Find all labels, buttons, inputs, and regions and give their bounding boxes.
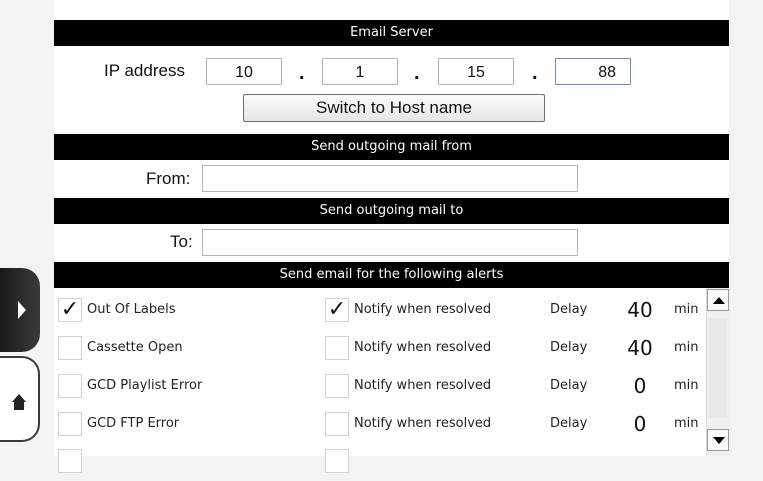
delay-label: Delay [550, 340, 588, 355]
checkmark-icon: ✓ [60, 297, 80, 322]
ip-separator: . [414, 62, 420, 84]
send-to-header: Send outgoing mail to [54, 198, 729, 224]
triangle-up-icon [713, 297, 725, 304]
delay-value[interactable]: 0 [625, 412, 655, 436]
alerts-header: Send email for the following alerts [54, 262, 729, 288]
delay-label: Delay [550, 302, 588, 317]
alert-row: GCD Playlist Error Notify when resolved … [54, 367, 706, 405]
notify-resolved-checkbox[interactable] [325, 336, 349, 360]
delay-label: Delay [550, 416, 588, 431]
ip-octet-4-input[interactable]: 88 [555, 58, 631, 85]
alert-checkbox[interactable] [58, 374, 82, 398]
ip-address-label: IP address [104, 61, 185, 80]
scroll-down-button[interactable] [707, 429, 729, 451]
switch-to-host-name-button[interactable]: Switch to Host name [243, 94, 545, 122]
email-server-header: Email Server [54, 20, 729, 46]
delay-label: Delay [550, 378, 588, 393]
alerts-scrollbar[interactable] [706, 288, 730, 456]
send-from-header: Send outgoing mail from [54, 134, 729, 160]
alert-row-partial [54, 443, 706, 481]
home-icon [12, 394, 26, 410]
alert-checkbox[interactable]: ✓ [58, 298, 82, 322]
ip-octet-2-input[interactable]: 1 [322, 58, 398, 85]
delay-unit: min [674, 302, 699, 317]
delay-value[interactable]: 40 [625, 336, 655, 360]
notify-resolved-label: Notify when resolved [354, 302, 492, 317]
ip-separator: . [532, 62, 538, 84]
alert-checkbox[interactable] [58, 449, 82, 473]
notify-resolved-checkbox[interactable] [325, 412, 349, 436]
alert-name: Out Of Labels [87, 302, 176, 317]
alert-row: ✓ Out Of Labels ✓ Notify when resolved D… [54, 291, 706, 329]
delay-unit: min [674, 416, 699, 431]
from-email-input[interactable] [202, 165, 578, 192]
to-email-input[interactable] [202, 229, 578, 256]
triangle-down-icon [713, 437, 725, 444]
alert-name: Cassette Open [87, 340, 183, 355]
notify-resolved-checkbox[interactable] [325, 374, 349, 398]
notify-resolved-checkbox[interactable]: ✓ [325, 298, 349, 322]
notify-resolved-label: Notify when resolved [354, 416, 492, 431]
alert-name: GCD Playlist Error [87, 378, 203, 393]
scroll-up-button[interactable] [707, 289, 729, 311]
ip-octet-1-input[interactable]: 10 [206, 58, 282, 85]
chevron-right-icon [18, 301, 26, 319]
delay-unit: min [674, 340, 699, 355]
delay-value[interactable]: 40 [625, 298, 655, 322]
notify-resolved-label: Notify when resolved [354, 378, 492, 393]
ip-separator: . [299, 62, 305, 84]
to-label: To: [170, 232, 193, 251]
alert-checkbox[interactable] [58, 336, 82, 360]
notify-resolved-checkbox[interactable] [325, 449, 349, 473]
alert-name: GCD FTP Error [87, 416, 180, 431]
alert-row: Cassette Open Notify when resolved Delay… [54, 329, 706, 367]
notify-resolved-label: Notify when resolved [354, 340, 492, 355]
scroll-thumb[interactable] [709, 318, 727, 418]
checkmark-icon: ✓ [327, 297, 347, 322]
from-label: From: [146, 169, 191, 188]
expand-side-tab[interactable] [0, 268, 40, 352]
alert-checkbox[interactable] [58, 412, 82, 436]
delay-value[interactable]: 0 [625, 374, 655, 398]
home-side-tab[interactable] [0, 356, 40, 442]
ip-octet-3-input[interactable]: 15 [438, 58, 514, 85]
alert-row: GCD FTP Error Notify when resolved Delay… [54, 405, 706, 443]
delay-unit: min [674, 378, 699, 393]
